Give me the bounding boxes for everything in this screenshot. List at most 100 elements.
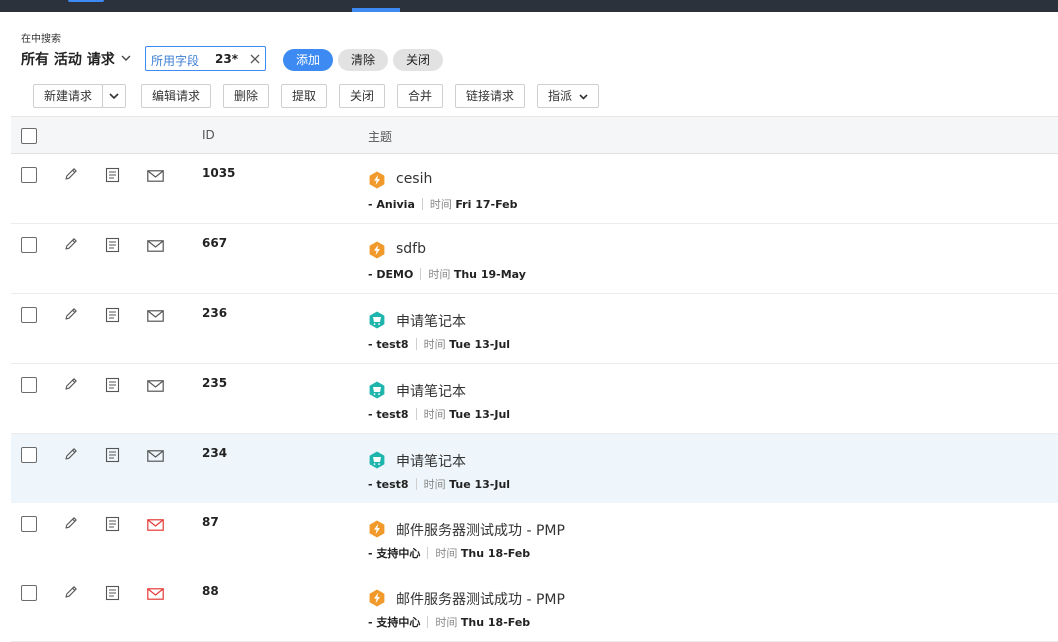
request-meta: - test8 时间 Tue 13-Jul (368, 406, 510, 422)
request-meta: - test8 时间 Tue 13-Jul (368, 336, 510, 352)
edit-icon[interactable] (63, 306, 79, 322)
request-subject[interactable]: 申请笔记本 (396, 311, 466, 331)
row-checkbox[interactable] (21, 516, 37, 532)
table-row[interactable]: 234 申请笔记本 - test8 时间 Tue 13-Jul (11, 434, 1058, 504)
mail-unread-icon[interactable] (147, 519, 164, 531)
close-request-button[interactable]: 关闭 (339, 84, 385, 108)
row-checkbox[interactable] (21, 307, 37, 323)
edit-request-button[interactable]: 编辑请求 (141, 84, 211, 108)
request-id[interactable]: 235 (202, 376, 227, 390)
request-subject[interactable]: 申请笔记本 (396, 451, 466, 471)
requester-name: - Anivia (368, 198, 415, 211)
request-id[interactable]: 87 (202, 515, 219, 529)
requester-name: - 支持中心 (368, 547, 421, 560)
delete-button[interactable]: 删除 (223, 84, 269, 108)
edit-icon[interactable] (63, 376, 79, 392)
request-subject[interactable]: 申请笔记本 (396, 381, 466, 401)
notes-icon[interactable] (105, 516, 120, 532)
request-id[interactable]: 234 (202, 446, 227, 460)
select-all-checkbox[interactable] (21, 128, 37, 144)
row-checkbox[interactable] (21, 167, 37, 183)
close-search-button[interactable]: 关闭 (393, 49, 443, 71)
new-request-button[interactable]: 新建请求 (33, 84, 103, 108)
request-meta: - 支持中心 时间 Thu 18-Feb (368, 545, 530, 561)
request-subject[interactable]: 邮件服务器测试成功 - PMP (396, 589, 565, 609)
request-subject[interactable]: sdfb (396, 241, 426, 257)
notes-icon[interactable] (105, 447, 120, 463)
notes-icon[interactable] (105, 237, 120, 253)
chevron-down-icon (109, 93, 119, 100)
table-row[interactable]: 88 邮件服务器测试成功 - PMP - 支持中心 时间 Thu 18-Feb (11, 572, 1058, 642)
nav-active-pill[interactable] (68, 0, 104, 2)
time-label: 时间 (435, 547, 458, 560)
chevron-down-icon[interactable] (121, 55, 131, 62)
row-checkbox[interactable] (21, 377, 37, 393)
request-meta: - test8 时间 Tue 13-Jul (368, 476, 510, 492)
time-label: 时间 (429, 198, 452, 211)
clear-button[interactable]: 清除 (338, 49, 388, 71)
table-row[interactable]: 87 邮件服务器测试成功 - PMP - 支持中心 时间 Thu 18-Feb (11, 503, 1058, 573)
request-time: Fri 17-Feb (455, 198, 518, 211)
search-in-label: 在中搜索 (21, 34, 61, 45)
request-subject[interactable]: 邮件服务器测试成功 - PMP (396, 520, 565, 540)
requester-name: - test8 (368, 478, 409, 491)
link-request-button[interactable]: 链接请求 (455, 84, 525, 108)
requester-name: - test8 (368, 338, 409, 351)
edit-icon[interactable] (63, 446, 79, 462)
field-filter-name: 所用字段 (151, 54, 200, 68)
mail-icon[interactable] (147, 450, 164, 462)
notes-icon[interactable] (105, 307, 120, 323)
request-meta: - Anivia 时间 Fri 17-Feb (368, 196, 518, 212)
requester-name: - DEMO (368, 268, 414, 281)
pickup-button[interactable]: 提取 (281, 84, 327, 108)
search-field-selector[interactable]: 所用字段 23* (145, 46, 266, 71)
request-id[interactable]: 88 (202, 584, 219, 598)
table-row[interactable]: 235 申请笔记本 - test8 时间 Tue 13-Jul (11, 364, 1058, 434)
request-meta: - DEMO 时间 Thu 19-May (368, 266, 526, 282)
view-selector[interactable]: 所有 活动 请求 (21, 49, 115, 69)
table-row[interactable]: 236 申请笔记本 - test8 时间 Tue 13-Jul (11, 294, 1058, 364)
request-time: Tue 13-Jul (449, 408, 511, 421)
table-row[interactable]: 1035 cesih - Anivia 时间 Fri 17-Feb (11, 154, 1058, 224)
column-header-id[interactable]: ID (202, 128, 215, 142)
row-checkbox[interactable] (21, 237, 37, 253)
column-header-subject[interactable]: 主题 (368, 128, 392, 145)
request-id[interactable]: 1035 (202, 166, 235, 180)
request-id[interactable]: 667 (202, 236, 227, 250)
row-checkbox[interactable] (21, 447, 37, 463)
request-time: Thu 18-Feb (460, 616, 531, 629)
top-nav-bar (0, 0, 1058, 12)
add-button[interactable]: 添加 (283, 49, 333, 71)
mail-icon[interactable] (147, 170, 164, 182)
merge-button[interactable]: 合并 (397, 84, 443, 108)
mail-icon[interactable] (147, 380, 164, 392)
field-filter-count: 23* (215, 52, 238, 66)
edit-icon[interactable] (63, 584, 79, 600)
service-request-icon (369, 311, 385, 329)
time-label: 时间 (428, 268, 451, 281)
mail-icon[interactable] (147, 310, 164, 322)
service-request-icon (369, 381, 385, 399)
row-checkbox[interactable] (21, 585, 37, 601)
table-row[interactable]: 667 sdfb - DEMO 时间 Thu 19-May (11, 224, 1058, 294)
request-subject[interactable]: cesih (396, 171, 432, 187)
edit-icon[interactable] (63, 236, 79, 252)
time-label: 时间 (423, 338, 446, 351)
mail-icon[interactable] (147, 240, 164, 252)
notes-icon[interactable] (105, 585, 120, 601)
service-request-icon (369, 451, 385, 469)
notes-icon[interactable] (105, 377, 120, 393)
assign-button[interactable]: 指派 (537, 84, 599, 108)
new-request-dropdown[interactable] (102, 84, 126, 108)
mail-unread-icon[interactable] (147, 588, 164, 600)
edit-icon[interactable] (63, 166, 79, 182)
chevron-down-icon (579, 94, 588, 100)
request-time: Tue 13-Jul (449, 478, 511, 491)
request-meta: - 支持中心 时间 Thu 18-Feb (368, 614, 530, 630)
edit-icon[interactable] (63, 515, 79, 531)
close-icon[interactable] (249, 53, 261, 65)
table-header: ID 主题 (11, 116, 1058, 154)
notes-icon[interactable] (105, 167, 120, 183)
requester-name: - test8 (368, 408, 409, 421)
request-id[interactable]: 236 (202, 306, 227, 320)
